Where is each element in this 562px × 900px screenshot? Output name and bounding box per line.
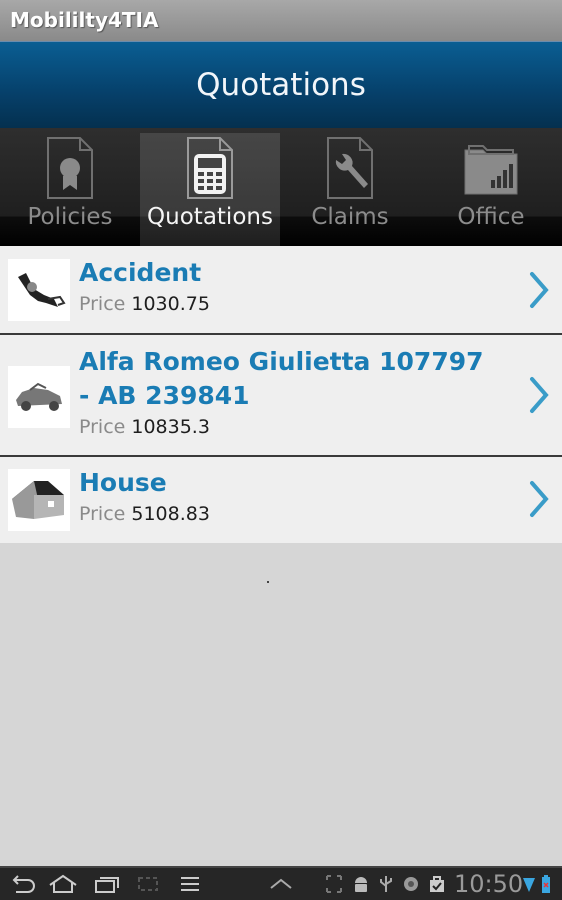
list-item[interactable]: Accident Price 1030.75: [0, 246, 562, 335]
price-row: Price 5108.83: [79, 500, 562, 528]
recent-apps-icon[interactable]: [94, 874, 120, 894]
tab-label: Policies: [27, 204, 113, 230]
quotation-title: House: [79, 468, 167, 497]
android-debug-icon: [355, 877, 367, 892]
price-label: Price: [79, 503, 126, 525]
page-header: Quotations: [0, 42, 562, 128]
price-value: 5108.83: [131, 503, 210, 525]
list-item[interactable]: Alfa Romeo Giulietta 107797 - AB 239841 …: [0, 335, 562, 457]
accident-leg-icon: [8, 259, 70, 321]
sync-icon: [404, 877, 418, 891]
usb-icon: [380, 876, 392, 892]
price-row: Price 1030.75: [79, 290, 562, 318]
clock: 10:50: [454, 870, 524, 898]
quotation-title: Accident: [79, 258, 202, 287]
store-check-icon: [430, 876, 444, 892]
tab-policies[interactable]: Policies: [0, 128, 140, 246]
price-label: Price: [79, 293, 126, 315]
app-title-bar: Mobililty4TIA: [0, 0, 562, 42]
chevron-right-icon[interactable]: [526, 375, 552, 415]
certificate-document-icon: [47, 137, 93, 199]
menu-icon[interactable]: [178, 874, 202, 894]
price-label: Price: [79, 416, 126, 438]
car-icon: [8, 366, 70, 428]
tab-label: Office: [457, 204, 525, 230]
expand-icon: [326, 875, 342, 893]
touch-indicator: [267, 581, 269, 583]
wifi-icon: [523, 878, 535, 892]
price-row: Price 10835.3: [79, 413, 562, 441]
price-value: 10835.3: [131, 416, 210, 438]
system-navigation-bar: 10:50: [0, 866, 562, 900]
chevron-up-icon[interactable]: [268, 874, 294, 894]
chart-folder-icon: [464, 145, 518, 195]
wrench-document-icon: [327, 137, 373, 199]
tab-office[interactable]: Office: [420, 128, 562, 246]
home-icon[interactable]: [48, 874, 78, 894]
price-value: 1030.75: [131, 293, 210, 315]
chevron-right-icon[interactable]: [526, 270, 552, 310]
tab-label: Quotations: [147, 204, 273, 230]
quotation-title: Alfa Romeo Giulietta 107797 - AB 239841: [79, 347, 484, 410]
tab-bar: Policies Quotations Claims Office: [0, 128, 562, 246]
back-icon[interactable]: [10, 874, 36, 894]
chevron-right-icon[interactable]: [526, 479, 552, 519]
tab-quotations[interactable]: Quotations: [140, 133, 280, 246]
battery-icon: [542, 875, 550, 893]
list-item[interactable]: House Price 5108.83: [0, 457, 562, 543]
quotation-list: Accident Price 1030.75 Alfa Romeo Giuliet…: [0, 246, 562, 543]
tab-claims[interactable]: Claims: [280, 128, 420, 246]
app-title: Mobililty4TIA: [10, 8, 159, 32]
tab-label: Claims: [311, 204, 389, 230]
calculator-document-icon: [187, 137, 233, 199]
page-title: Quotations: [196, 67, 366, 103]
house-icon: [8, 469, 70, 531]
screenshot-icon[interactable]: [136, 874, 160, 894]
